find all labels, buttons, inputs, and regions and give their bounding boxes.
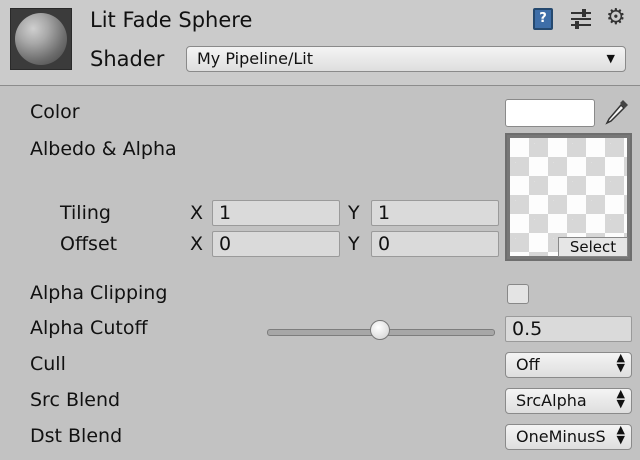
texture-select-button[interactable]: Select [558,237,628,257]
shader-dropdown[interactable]: My Pipeline/Lit ▼ [186,46,626,72]
cull-label: Cull [30,353,66,375]
tiling-label: Tiling [60,202,111,224]
tiling-x-field[interactable]: 1 [212,200,340,226]
updown-arrows-icon: ▲ ▼ [616,424,625,446]
updown-arrows-icon: ▲ ▼ [616,388,625,410]
book-help-icon[interactable]: ? [533,8,553,30]
alpha-cutoff-slider-thumb[interactable] [370,320,390,340]
dst-blend-dropdown[interactable]: OneMinusS ▲ ▼ [505,424,632,450]
updown-arrows-icon: ▲ ▼ [616,352,625,374]
color-label: Color [30,101,80,123]
color-swatch[interactable] [505,99,595,127]
caret-down-icon: ▼ [606,52,615,65]
inspector-header: Lit Fade Sphere Shader My Pipeline/Lit ▼… [0,0,640,86]
offset-y-label: Y [348,233,360,255]
sliders-icon[interactable] [570,8,592,30]
cull-dropdown[interactable]: Off ▲ ▼ [505,352,632,378]
offset-y-field[interactable]: 0 [371,231,499,257]
offset-label: Offset [60,233,118,255]
material-name: Lit Fade Sphere [90,8,253,32]
eyedropper-icon[interactable] [603,97,631,127]
tiling-y-label: Y [348,202,360,224]
src-blend-dropdown[interactable]: SrcAlpha ▲ ▼ [505,388,632,414]
alpha-clipping-label: Alpha Clipping [30,282,168,304]
dst-blend-label: Dst Blend [30,425,123,447]
src-blend-value: SrcAlpha [516,391,587,410]
material-preview [10,8,72,70]
tiling-x-label: X [190,202,204,224]
alpha-clipping-checkbox[interactable] [507,284,529,304]
sphere-preview-icon [15,13,67,65]
shader-label: Shader [90,47,165,71]
alpha-cutoff-field[interactable]: 0.5 [505,316,632,342]
dst-blend-value: OneMinusS [516,427,606,446]
albedo-label: Albedo & Alpha [30,138,177,160]
gear-icon[interactable]: ⚙ [606,5,626,30]
offset-x-label: X [190,233,204,255]
cull-value: Off [516,355,540,374]
shader-value: My Pipeline/Lit [197,49,313,68]
src-blend-label: Src Blend [30,389,121,411]
albedo-texture-slot[interactable]: Select [505,133,632,261]
offset-x-field[interactable]: 0 [212,231,340,257]
alpha-cutoff-label: Alpha Cutoff [30,317,148,339]
tiling-y-field[interactable]: 1 [371,200,499,226]
